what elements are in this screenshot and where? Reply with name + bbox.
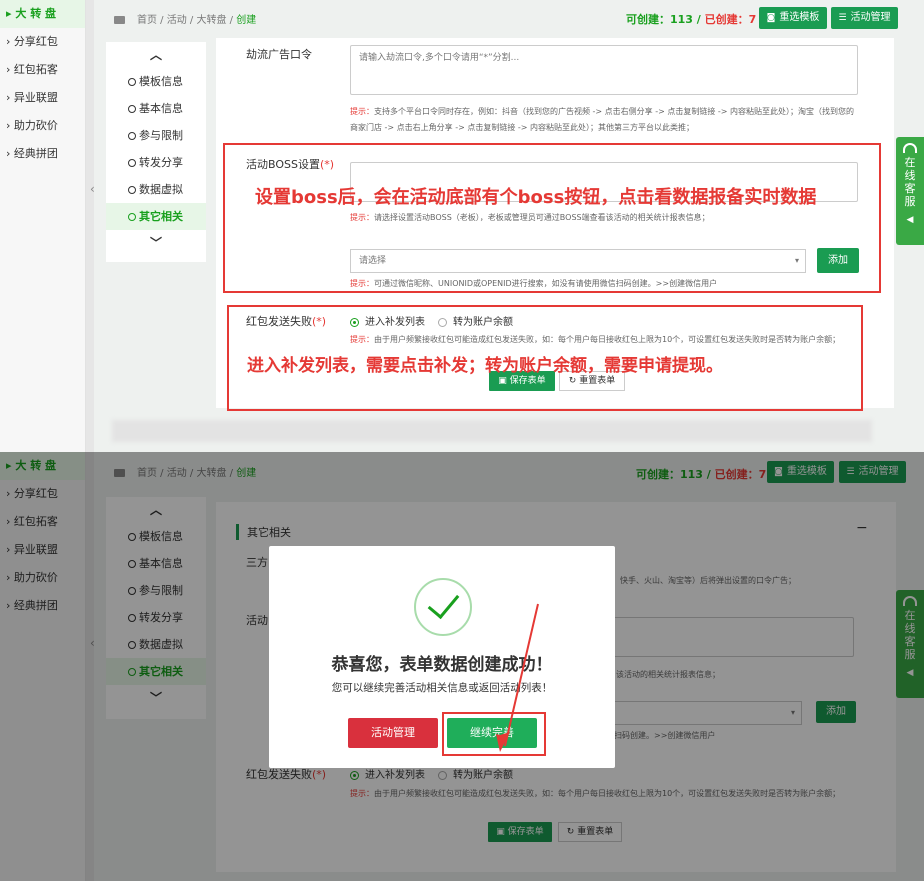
breadcrumb-current: 创建 — [236, 15, 257, 26]
sidebar-item-share-redpacket[interactable]: › 分享红包 — [0, 28, 85, 56]
breadcrumb-activity[interactable]: 活动 — [167, 15, 187, 26]
ad-code-textarea[interactable]: 请输入劫流口令,多个口令请用“*”分割... — [350, 45, 858, 95]
sidebar-item-bargain[interactable]: › 助力砍价 — [0, 112, 85, 140]
annotation-arrow — [496, 603, 539, 752]
folder-icon — [114, 16, 125, 24]
breadcrumb-wheel[interactable]: 大转盘 — [196, 15, 226, 26]
annotation-fail-text: 进入补发列表，需要点击补发；转为账户余额，需要申请提现。 — [247, 356, 723, 376]
annotation-box-boss — [223, 143, 881, 293]
step-forward-share[interactable]: 转发分享 — [106, 149, 206, 176]
sidebar-arrow-icon: › — [6, 119, 14, 132]
screenshot-bottom-panel: ▸ 大 转 盘 › 分享红包 › 红包拓客 › 异业联盟 › 助力砍价 › 经典… — [0, 452, 924, 881]
reselect-template-button[interactable]: ◙ 重选模板 — [759, 7, 827, 29]
breadcrumb: 首页 / 活动 / 大转盘 / 创建 — [114, 11, 256, 26]
screenshot-top-panel: ▸ 大 转 盘 › 分享红包 › 红包拓客 › 异业联盟 › 助力砍价 › 经典… — [0, 0, 924, 452]
chevron-up-icon[interactable]: ︿ — [106, 42, 206, 68]
circle-icon — [128, 213, 136, 221]
sidebar-arrow-icon: › — [6, 147, 14, 160]
circle-icon — [128, 132, 136, 140]
circle-icon — [128, 105, 136, 113]
ad-code-hint: 提示：支持多个平台口令同时存在，例如：抖音（找到您的广告视频 -> 点击右侧分享… — [350, 107, 855, 132]
annotation-boss-text: 设置boss后，会在活动底部有个boss按钮，点击看数据报备实时数据 — [255, 187, 817, 208]
sidebar-item-alliance[interactable]: › 异业联盟 — [0, 84, 85, 112]
sidebar-arrow-icon: ▸ — [6, 7, 16, 20]
step-virtual-data[interactable]: 数据虚拟 — [106, 176, 206, 203]
step-other[interactable]: 其它相关 — [106, 203, 206, 230]
collapse-sidebar-icon[interactable]: ‹ — [90, 182, 95, 196]
chevron-down-icon[interactable]: ﹀ — [106, 230, 206, 256]
ad-code-label: 劫流广告口令 — [246, 48, 312, 61]
headset-icon — [903, 143, 917, 153]
step-template-info[interactable]: 模板信息 — [106, 68, 206, 95]
sidebar-arrow-icon: › — [6, 91, 14, 104]
customer-service-tab[interactable]: 在线客服 ◀ — [896, 137, 924, 245]
camera-icon: ◙ — [766, 13, 776, 23]
circle-icon — [128, 186, 136, 194]
caret-left-icon: ◀ — [906, 215, 914, 225]
sidebar-item-group-buy[interactable]: › 经典拼团 — [0, 140, 85, 168]
create-counts: 可创建：113 / 已创建：7 — [626, 13, 757, 26]
activity-manage-button[interactable]: ☰ 活动管理 — [831, 7, 898, 29]
list-icon: ☰ — [838, 13, 847, 23]
sidebar-item-wheel[interactable]: ▸ 大 转 盘 — [0, 0, 85, 28]
sidebar-arrow-icon: › — [6, 35, 14, 48]
sidebar-arrow-icon: › — [6, 63, 14, 76]
sidebar: ▸ 大 转 盘 › 分享红包 › 红包拓客 › 异业联盟 › 助力砍价 › 经典… — [0, 0, 86, 452]
blurred-strip — [112, 420, 872, 442]
breadcrumb-home[interactable]: 首页 — [137, 15, 157, 26]
step-basic-info[interactable]: 基本信息 — [106, 95, 206, 122]
circle-icon — [128, 159, 136, 167]
sidebar-item-redpacket-customer[interactable]: › 红包拓客 — [0, 56, 85, 84]
sidebar-edge — [86, 0, 94, 452]
circle-icon — [128, 78, 136, 86]
step-participation-limits[interactable]: 参与限制 — [106, 122, 206, 149]
step-nav: ︿ 模板信息 基本信息 参与限制 转发分享 数据虚拟 其它相关 ﹀ — [106, 42, 206, 262]
